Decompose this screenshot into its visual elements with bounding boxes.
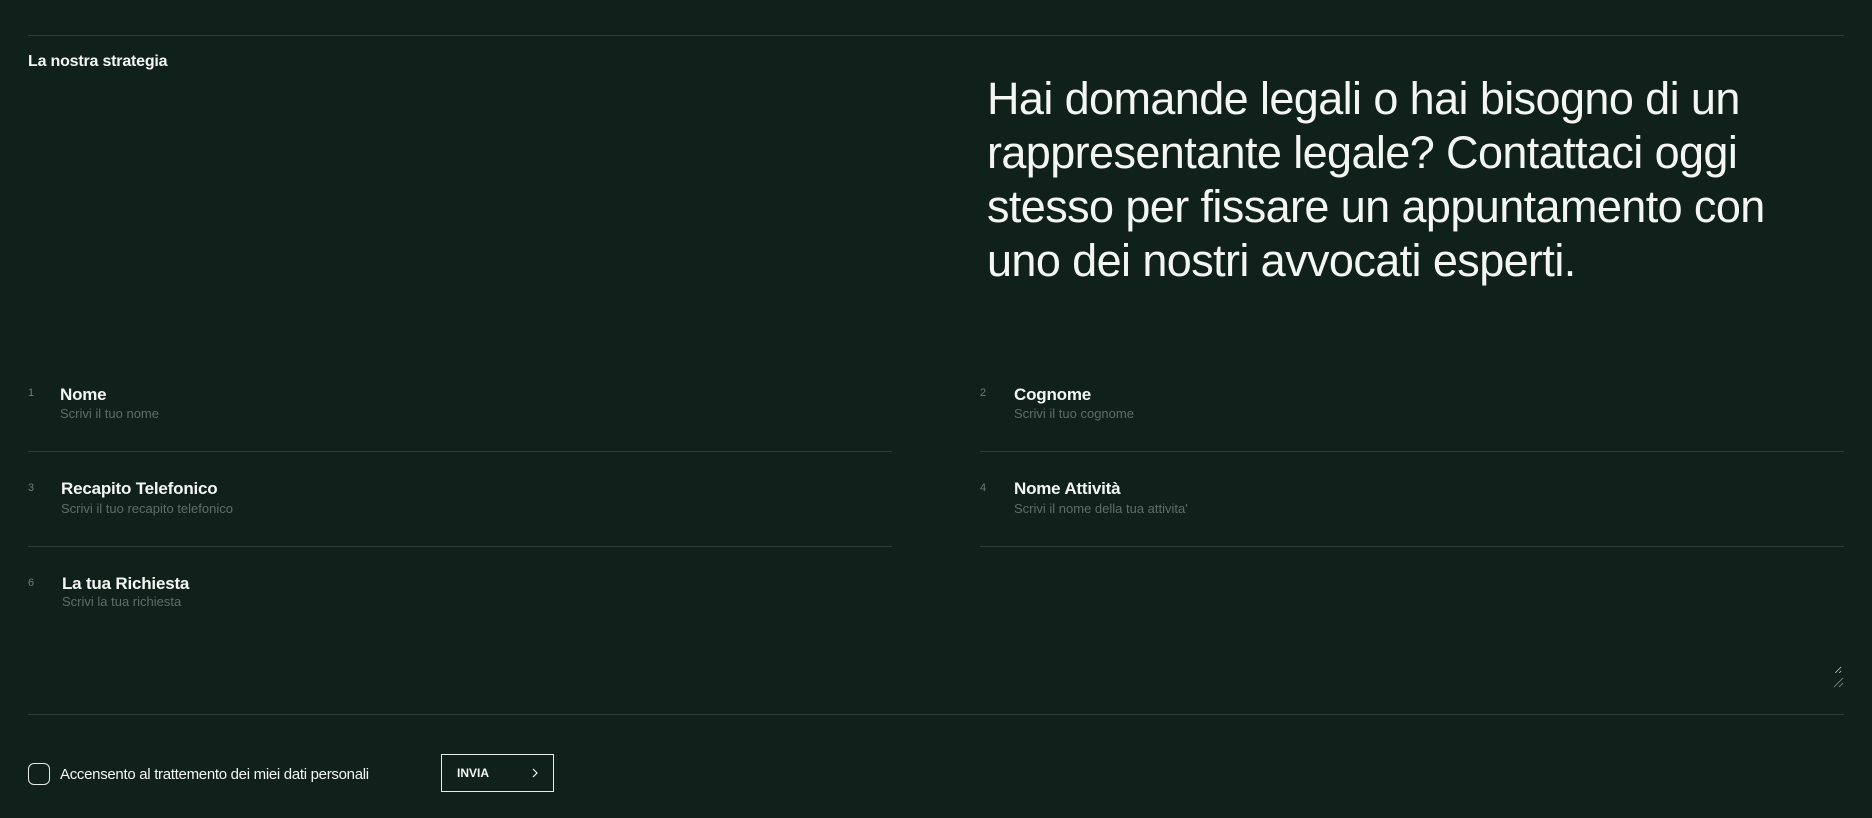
telefono-input[interactable]	[61, 499, 881, 517]
contact-section: La nostra strategia Hai domande legali o…	[0, 0, 1872, 818]
field-label-richiesta: La tua Richiesta	[62, 574, 190, 593]
chevron-right-icon	[532, 768, 538, 778]
field-label-attivita: Nome Attività	[1014, 479, 1121, 498]
richiesta-textarea[interactable]	[62, 594, 1842, 674]
divider-cognome	[980, 451, 1844, 452]
top-divider	[28, 35, 1844, 36]
field-number-attivita: 4	[980, 482, 987, 494]
divider-attivita	[980, 546, 1844, 547]
divider-telefono	[28, 546, 892, 547]
field-label-telefono: Recapito Telefonico	[61, 479, 218, 498]
section-label: La nostra strategia	[28, 53, 168, 70]
cognome-input[interactable]	[1014, 404, 1834, 422]
field-number-nome: 1	[28, 387, 35, 399]
field-number-richiesta: 6	[28, 577, 35, 589]
consent-checkbox[interactable]	[28, 763, 50, 785]
field-number-cognome: 2	[980, 387, 987, 399]
submit-label: INVIA	[457, 766, 490, 780]
consent-label: Accensento al trattemento dei miei dati …	[60, 765, 369, 783]
contact-headline: Hai domande legali o hai bisogno di un r…	[987, 73, 1765, 286]
submit-button[interactable]: INVIA	[441, 754, 554, 792]
consent-row[interactable]: Accensento al trattemento dei miei dati …	[28, 762, 369, 786]
attivita-input[interactable]	[1014, 499, 1834, 517]
divider-nome	[28, 451, 892, 452]
resize-grip-icon[interactable]	[1832, 676, 1844, 688]
field-number-telefono: 3	[28, 482, 35, 494]
divider-richiesta	[28, 714, 1844, 715]
field-label-nome: Nome	[60, 385, 107, 404]
nome-input[interactable]	[60, 404, 880, 422]
field-label-cognome: Cognome	[1014, 385, 1091, 404]
